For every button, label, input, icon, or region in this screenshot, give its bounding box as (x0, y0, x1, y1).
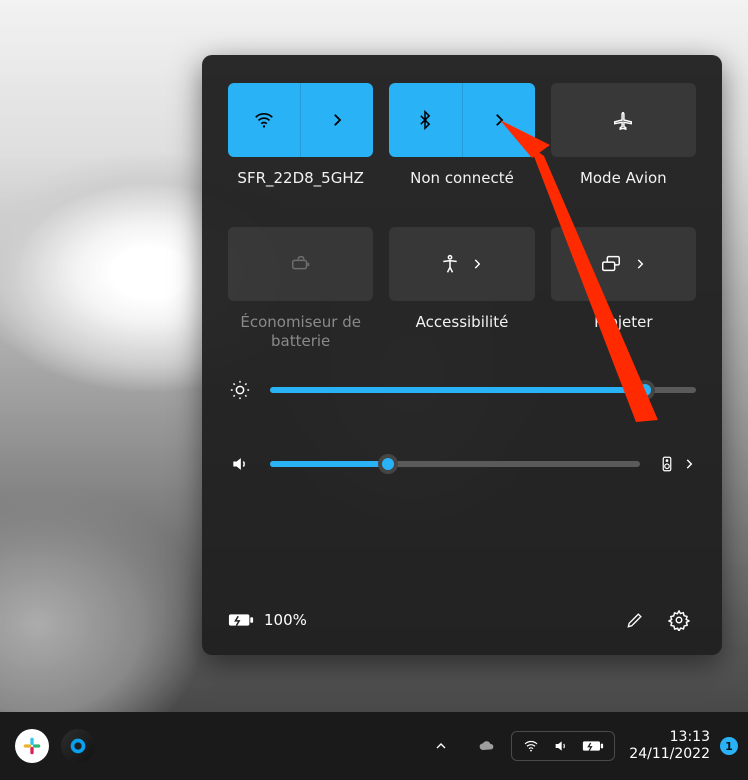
battery-icon (582, 739, 604, 753)
battery-percent-text: 100% (264, 611, 307, 629)
taskbar-clock[interactable]: 13:13 24/11/2022 (629, 729, 710, 764)
taskbar-app-settings[interactable] (56, 724, 100, 768)
chevron-right-icon[interactable] (682, 457, 696, 471)
wifi-tile-label: SFR_22D8_5GHZ (237, 169, 363, 209)
tile-row-2: Économiseur de batterie Accessibilité Pr… (228, 227, 696, 353)
panel-footer: 100% (228, 603, 696, 637)
slack-icon (22, 736, 42, 756)
airplane-tile[interactable] (551, 83, 696, 157)
bluetooth-tile-label: Non connecté (410, 169, 514, 209)
chevron-right-icon (470, 257, 484, 271)
accessibility-tile[interactable] (389, 227, 534, 301)
bluetooth-expand[interactable] (462, 83, 535, 157)
taskbar: 13:13 24/11/2022 1 (0, 712, 748, 780)
accessibility-icon (440, 253, 460, 275)
volume-fill (270, 461, 388, 467)
clock-time: 13:13 (629, 729, 710, 747)
wifi-expand[interactable] (300, 83, 373, 157)
volume-icon (228, 454, 252, 474)
wifi-icon (253, 109, 275, 131)
audio-output-icon[interactable] (658, 453, 676, 475)
volume-slider[interactable] (270, 461, 640, 467)
taskbar-app-slack[interactable] (10, 724, 54, 768)
edit-button[interactable] (618, 603, 652, 637)
bluetooth-tile[interactable] (389, 83, 534, 157)
project-tile[interactable] (551, 227, 696, 301)
airplane-icon (611, 109, 635, 131)
airplane-tile-label: Mode Avion (580, 169, 667, 209)
chevron-right-icon (328, 111, 346, 129)
quick-settings-panel: SFR_22D8_5GHZ Non connecté Mode Avion (202, 55, 722, 655)
project-tile-label: Projeter (594, 313, 652, 353)
tray-quick-settings[interactable] (511, 731, 615, 761)
battery-charging-icon (228, 611, 254, 629)
accessibility-tile-label: Accessibilité (416, 313, 509, 353)
wifi-toggle[interactable] (228, 83, 300, 157)
battery-saver-tile-label: Économiseur de batterie (228, 313, 373, 353)
brightness-icon (228, 379, 252, 401)
battery-saver-icon (288, 253, 314, 275)
settings-button[interactable] (662, 603, 696, 637)
volume-row (228, 453, 696, 475)
brightness-slider[interactable] (270, 387, 696, 393)
cloud-icon (477, 738, 497, 754)
tray-overflow[interactable] (419, 724, 463, 768)
notification-count: 1 (725, 740, 733, 753)
gear-icon (668, 609, 690, 631)
chevron-right-icon (633, 257, 647, 271)
volume-thumb[interactable] (378, 454, 398, 474)
clock-date: 24/11/2022 (629, 746, 710, 764)
brightness-row (228, 379, 696, 401)
bluetooth-icon (415, 109, 435, 131)
brightness-thumb[interactable] (635, 380, 655, 400)
project-icon (599, 253, 623, 275)
chevron-right-icon (490, 111, 508, 129)
volume-icon (552, 738, 570, 754)
wifi-icon (522, 738, 540, 754)
pencil-icon (625, 610, 645, 630)
notification-badge[interactable]: 1 (720, 737, 738, 755)
brightness-fill (270, 387, 645, 393)
battery-saver-tile[interactable] (228, 227, 373, 301)
gear-icon (67, 735, 89, 757)
chevron-up-icon (433, 738, 449, 754)
tile-row-1: SFR_22D8_5GHZ Non connecté Mode Avion (228, 83, 696, 209)
tray-onedrive[interactable] (465, 724, 509, 768)
bluetooth-toggle[interactable] (389, 83, 461, 157)
wifi-tile[interactable] (228, 83, 373, 157)
